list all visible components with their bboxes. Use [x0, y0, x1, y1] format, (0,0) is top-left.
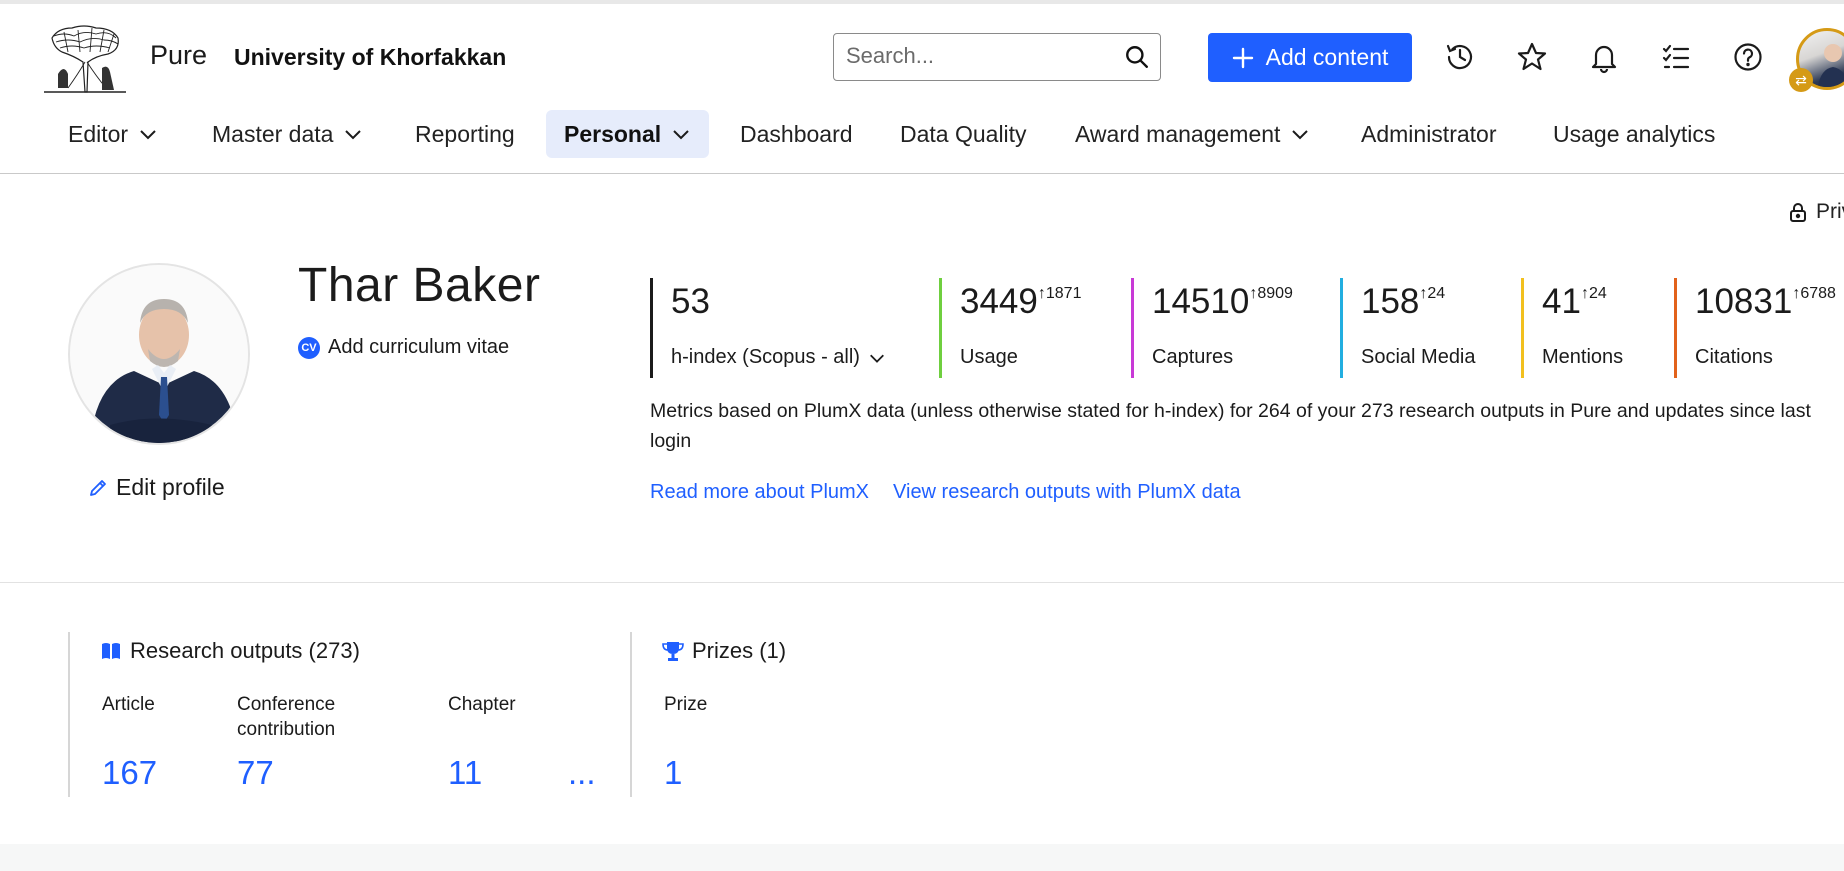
- metric-h-index-value: 53: [671, 282, 710, 321]
- help-icon[interactable]: [1731, 40, 1765, 74]
- category-article-label: Article: [102, 694, 155, 715]
- metric-captures-label: Captures: [1152, 346, 1234, 368]
- nav-data-quality[interactable]: Data Quality: [882, 110, 1045, 158]
- metric-social-media[interactable]: 158↑24 Social Media: [1340, 278, 1476, 378]
- metric-usage-label: Usage: [960, 346, 1018, 368]
- main-navigation: Editor Master data Reporting Personal Da…: [0, 110, 1844, 160]
- metric-social-media-delta: ↑24: [1419, 285, 1446, 302]
- conference-count-link[interactable]: 77: [237, 754, 274, 792]
- metric-usage-delta: ↑1871: [1037, 285, 1082, 302]
- plus-icon: [1232, 47, 1253, 68]
- search-icon[interactable]: [1124, 44, 1150, 70]
- lock-icon: [1790, 203, 1806, 222]
- plumx-links: Read more about PlumX View research outp…: [650, 481, 1241, 504]
- prizes-title-text: Prizes (1): [692, 638, 787, 663]
- metric-mentions-label: Mentions: [1542, 346, 1624, 368]
- research-outputs-title-text: Research outputs (273): [130, 638, 360, 663]
- chevron-down-icon: [140, 130, 156, 140]
- nav-editor-label: Editor: [68, 120, 129, 147]
- metric-mentions[interactable]: 41↑24 Mentions: [1521, 278, 1623, 378]
- read-more-plumx-link[interactable]: Read more about PlumX: [650, 481, 869, 504]
- research-outputs-panel: Research outputs (273) Article Conferenc…: [68, 632, 628, 797]
- arrow-up-icon: ↑: [1580, 285, 1589, 302]
- privacy-label: Priv: [1816, 200, 1844, 223]
- add-cv-link[interactable]: CV Add curriculum vitae: [298, 336, 509, 359]
- top-bar: Pure University of Khorfakkan Add conten…: [0, 0, 1844, 174]
- star-icon[interactable]: [1515, 40, 1549, 74]
- checklist-icon[interactable]: [1659, 40, 1693, 74]
- metric-h-index-label[interactable]: h-index (Scopus - all): [671, 346, 886, 369]
- footer-band: [0, 844, 1844, 871]
- trophy-icon: [662, 642, 684, 661]
- metric-mentions-value: 41↑24: [1542, 282, 1607, 321]
- metric-usage-value: 3449↑1871: [960, 282, 1082, 321]
- add-cv-label: Add curriculum vitae: [328, 336, 510, 358]
- metric-citations-delta: ↑6788: [1792, 285, 1836, 302]
- chevron-down-icon: [870, 354, 884, 363]
- prizes-panel: Prizes (1) Prize 1: [630, 632, 930, 797]
- nav-award-management[interactable]: Award management: [1057, 110, 1328, 158]
- pencil-icon: [90, 479, 106, 496]
- metric-citations-label: Citations: [1695, 346, 1773, 368]
- category-chapter-label: Chapter: [448, 694, 516, 715]
- category-prize-label: Prize: [664, 694, 708, 715]
- nav-master-data[interactable]: Master data: [194, 110, 381, 158]
- metric-captures-value: 14510↑8909: [1152, 282, 1293, 321]
- cv-icon: CV: [298, 336, 320, 359]
- nav-editor[interactable]: Editor: [50, 110, 176, 158]
- chevron-down-icon: [1292, 130, 1309, 140]
- organization-name: University of Khorfakkan: [234, 44, 507, 70]
- more-categories-button[interactable]: ...: [568, 754, 596, 792]
- elsevier-tree-logo[interactable]: [44, 22, 126, 94]
- metric-social-media-label: Social Media: [1361, 346, 1476, 368]
- nav-data-quality-label: Data Quality: [900, 120, 1027, 147]
- chapter-count-link[interactable]: 11: [448, 754, 482, 792]
- arrow-up-icon: ↑: [1037, 285, 1046, 302]
- bell-icon[interactable]: [1587, 40, 1621, 74]
- nav-administrator-label: Administrator: [1361, 120, 1497, 147]
- metric-social-media-value: 158↑24: [1361, 282, 1446, 321]
- prize-count-link[interactable]: 1: [664, 754, 682, 792]
- view-plumx-outputs-link[interactable]: View research outputs with PlumX data: [893, 481, 1241, 504]
- nav-reporting-label: Reporting: [415, 120, 515, 147]
- nav-dashboard-label: Dashboard: [740, 120, 853, 147]
- metrics-note: Metrics based on PlumX data (unless othe…: [650, 400, 1811, 452]
- search-box: [833, 33, 1161, 81]
- chevron-down-icon: [345, 130, 362, 140]
- privacy-toggle[interactable]: Priv: [1788, 200, 1844, 224]
- nav-usage-analytics[interactable]: Usage analytics: [1535, 110, 1733, 158]
- metric-citations[interactable]: 10831↑6788 Citations: [1674, 278, 1836, 378]
- nav-master-data-label: Master data: [212, 120, 334, 147]
- edit-profile-link[interactable]: Edit profile: [88, 474, 225, 501]
- article-count-link[interactable]: 167: [102, 754, 157, 792]
- nav-reporting[interactable]: Reporting: [397, 110, 533, 158]
- metric-mentions-delta: ↑24: [1580, 285, 1607, 302]
- profile-photo: [68, 263, 250, 445]
- research-outputs-title[interactable]: Research outputs (273): [100, 638, 360, 664]
- metric-usage[interactable]: 3449↑1871 Usage: [939, 278, 1081, 378]
- nav-administrator[interactable]: Administrator: [1343, 110, 1514, 158]
- add-content-button[interactable]: Add content: [1208, 33, 1412, 82]
- prizes-title[interactable]: Prizes (1): [662, 638, 786, 664]
- nav-usage-analytics-label: Usage analytics: [1553, 120, 1716, 147]
- section-divider: [0, 582, 1844, 583]
- metric-captures[interactable]: 14510↑8909 Captures: [1131, 278, 1293, 378]
- add-content-label: Add content: [1265, 44, 1389, 70]
- switch-account-icon[interactable]: ⇄: [1789, 68, 1813, 92]
- book-icon: [102, 643, 120, 659]
- category-conference-label: Conference contribution: [237, 694, 336, 740]
- nav-award-management-label: Award management: [1075, 120, 1281, 147]
- person-name: Thar Baker: [298, 259, 541, 312]
- nav-personal-label: Personal: [564, 120, 662, 147]
- search-input[interactable]: [846, 34, 1116, 78]
- chevron-down-icon: [673, 130, 689, 140]
- app-name: Pure: [150, 40, 208, 70]
- metric-h-index: 53 h-index (Scopus - all): [650, 278, 884, 378]
- nav-personal[interactable]: Personal: [546, 110, 710, 158]
- metric-captures-delta: ↑8909: [1249, 285, 1293, 302]
- metric-citations-value: 10831↑6788: [1695, 282, 1836, 321]
- nav-dashboard[interactable]: Dashboard: [722, 110, 871, 158]
- history-icon[interactable]: [1443, 40, 1477, 74]
- edit-profile-label: Edit profile: [116, 474, 225, 500]
